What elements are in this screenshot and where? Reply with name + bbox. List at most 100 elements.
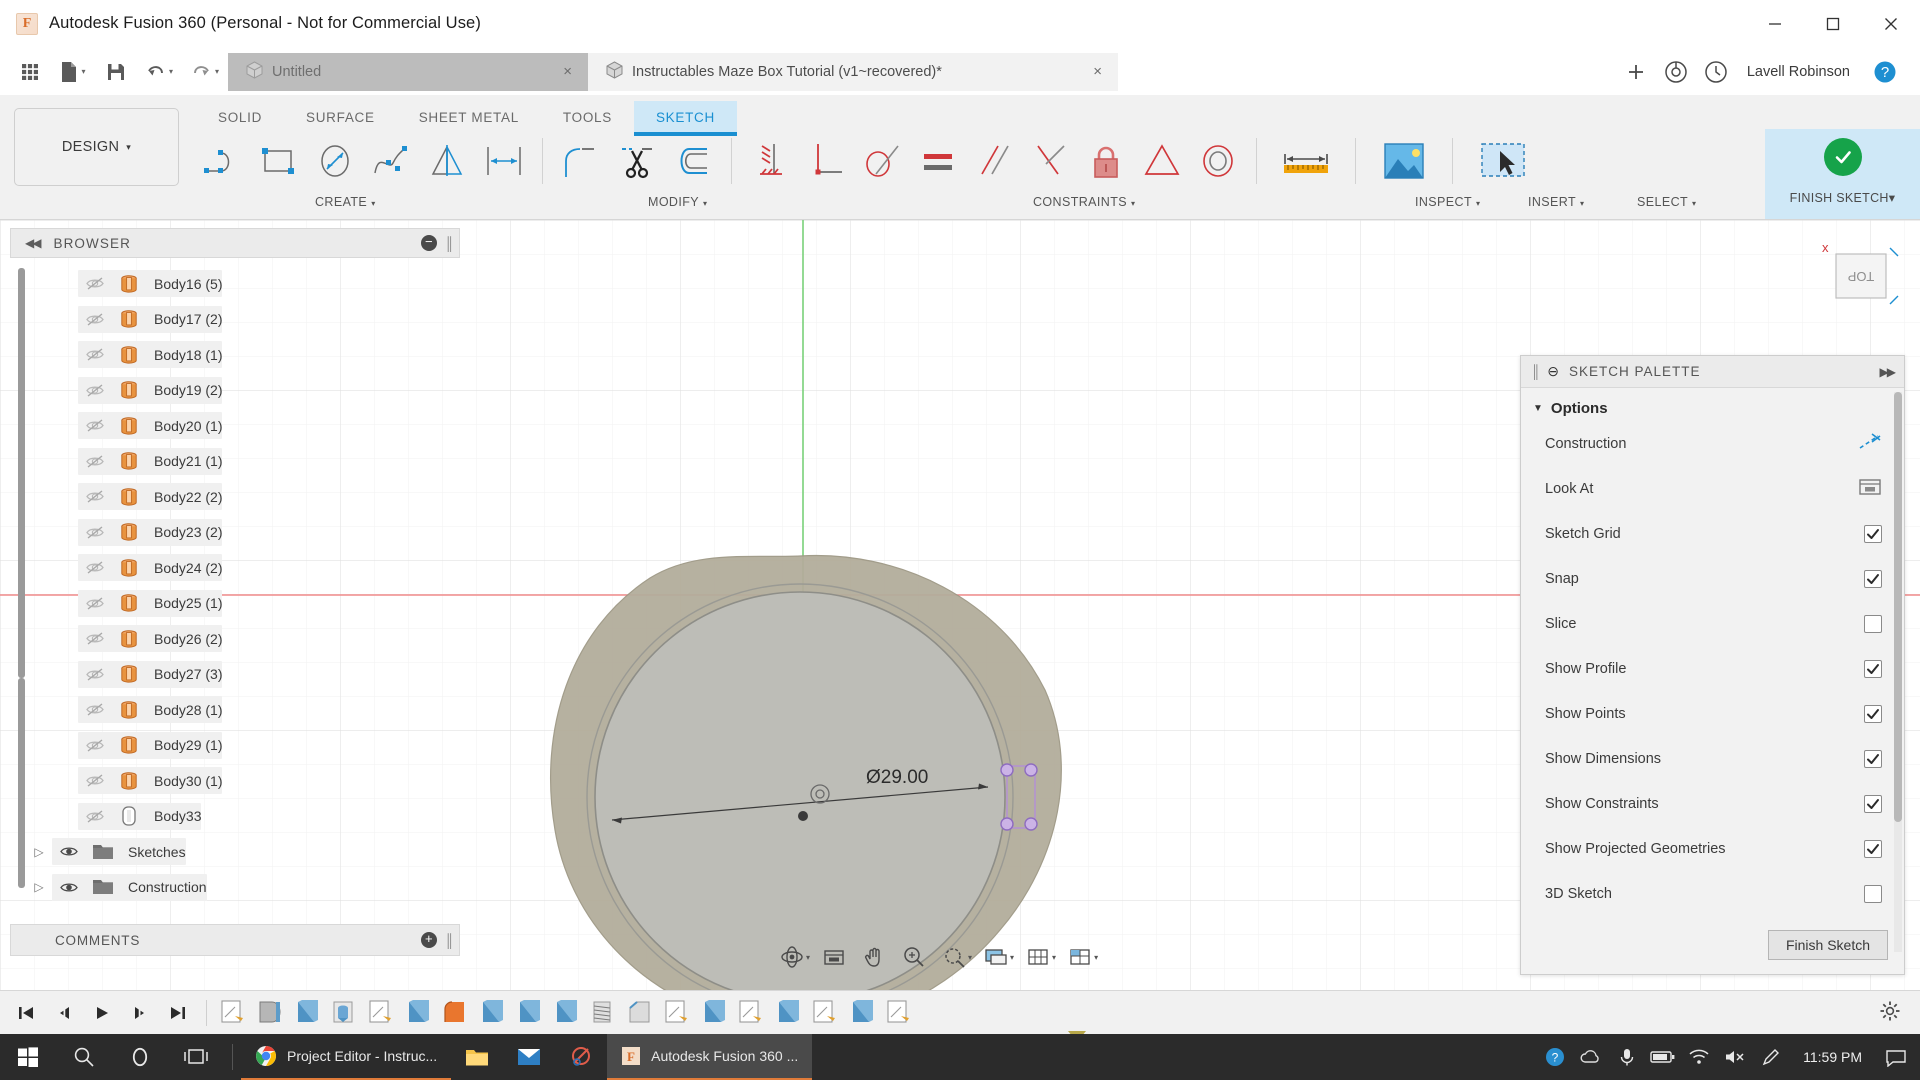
go-to-end-icon[interactable] xyxy=(162,996,194,1030)
close-icon[interactable] xyxy=(1862,0,1920,48)
timeline-feature-extrude-feature[interactable] xyxy=(774,999,804,1027)
look-at-icon[interactable] xyxy=(1858,477,1882,500)
chevron-down-icon[interactable]: ▾ xyxy=(806,953,810,962)
visible-eye-icon[interactable] xyxy=(52,880,86,895)
timeline-feature-hole-feature[interactable] xyxy=(330,999,360,1027)
timeline-settings-icon[interactable] xyxy=(1878,999,1920,1026)
construction-line-icon[interactable] xyxy=(1858,432,1882,455)
spline-icon[interactable] xyxy=(364,133,420,189)
panel-grip-icon[interactable]: ║ xyxy=(445,933,454,948)
chevron-down-icon[interactable]: ▾ xyxy=(968,953,972,962)
timeline-feature-extrude-feature[interactable] xyxy=(700,999,730,1027)
browser-tree-item[interactable]: Body19 (2) xyxy=(10,373,460,409)
palette-option-row[interactable]: Look At xyxy=(1521,466,1904,511)
palette-scrollbar-track[interactable] xyxy=(1894,392,1902,952)
checkbox-checked-icon[interactable] xyxy=(1864,794,1882,813)
tree-expand-arrow[interactable]: ▷ xyxy=(26,845,52,859)
palette-option-row[interactable]: 3D Sketch xyxy=(1521,871,1904,916)
comments-panel[interactable]: COMMENTS + ║ xyxy=(10,924,460,956)
taskbar-app-snip[interactable] xyxy=(555,1034,607,1080)
palette-option-row[interactable]: Construction xyxy=(1521,421,1904,466)
midpoint-constraint-icon[interactable] xyxy=(1022,133,1078,189)
workspace-switcher-design[interactable]: DESIGN ▾ xyxy=(14,108,179,186)
timeline-feature-revolve-feature[interactable] xyxy=(256,999,286,1027)
offset-icon[interactable] xyxy=(665,133,721,189)
timeline-feature-thread-feature[interactable] xyxy=(589,999,619,1027)
browser-tree-item[interactable]: Body29 (1) xyxy=(10,728,460,764)
palette-option-row[interactable]: Show Profile xyxy=(1521,646,1904,691)
chevron-down-icon[interactable]: ▾ xyxy=(1010,953,1014,962)
view-cube[interactable]: TOP x xyxy=(1812,240,1899,305)
palette-section-options[interactable]: ▼ Options xyxy=(1521,388,1904,421)
battery-icon[interactable] xyxy=(1645,1034,1681,1080)
hidden-eye-icon[interactable] xyxy=(78,312,112,327)
browser-scrollbar-upper[interactable] xyxy=(18,268,25,678)
volume-mute-icon[interactable] xyxy=(1717,1034,1753,1080)
browser-tree-item[interactable]: Body28 (1) xyxy=(10,692,460,728)
tab-sketch[interactable]: SKETCH xyxy=(633,101,737,136)
timeline-feature-extrude-feature[interactable] xyxy=(848,999,878,1027)
palette-minimize-icon[interactable]: ⊖ xyxy=(1547,363,1559,380)
step-forward-icon[interactable] xyxy=(124,996,156,1030)
checkbox-unchecked-icon[interactable] xyxy=(1864,884,1882,903)
concentric-constraint-icon[interactable] xyxy=(1190,133,1246,189)
finish-sketch-panel[interactable]: FINISH SKETCH▾ xyxy=(1765,129,1920,219)
hidden-eye-icon[interactable] xyxy=(78,738,112,753)
taskbar-app-mail[interactable] xyxy=(503,1034,555,1080)
browser-tree-item[interactable]: Body16 (5) xyxy=(10,266,460,302)
look-at-icon[interactable] xyxy=(814,938,854,976)
chevron-down-icon[interactable]: ▾ xyxy=(1094,953,1098,962)
browser-tree-item[interactable]: Body26 (2) xyxy=(10,621,460,657)
tab-solid[interactable]: SOLID xyxy=(196,101,284,135)
checkbox-checked-icon[interactable] xyxy=(1864,659,1882,678)
group-label-modify[interactable]: MODIFY ▾ xyxy=(648,195,707,209)
browser-scrollbar-lower[interactable] xyxy=(18,678,25,888)
insert-image-icon[interactable] xyxy=(1366,133,1442,189)
timeline-feature-extrude-feature[interactable] xyxy=(478,999,508,1027)
finish-sketch-check-icon[interactable] xyxy=(1823,138,1862,176)
timeline-feature-fillet-feature[interactable] xyxy=(441,999,471,1027)
hidden-eye-icon[interactable] xyxy=(78,418,112,433)
extensions-icon[interactable] xyxy=(1657,53,1695,91)
wifi-icon[interactable] xyxy=(1681,1034,1717,1080)
document-tab-maze-box[interactable]: Instructables Maze Box Tutorial (v1~reco… xyxy=(588,52,1118,91)
group-label-insert[interactable]: INSERT ▾ xyxy=(1528,195,1584,209)
maximize-icon[interactable] xyxy=(1804,0,1862,48)
diameter-dimension-label[interactable]: Ø29.00 xyxy=(866,767,928,789)
hidden-eye-icon[interactable] xyxy=(78,383,112,398)
rectangular-pattern-icon[interactable] xyxy=(476,133,532,189)
palette-option-row[interactable]: Snap xyxy=(1521,556,1904,601)
coincident-constraint-icon[interactable] xyxy=(742,133,798,189)
task-view-icon[interactable] xyxy=(168,1034,224,1080)
timeline-feature-extrude-feature[interactable] xyxy=(404,999,434,1027)
browser-tree-item[interactable]: Body23 (2) xyxy=(10,515,460,551)
taskbar-app-chrome[interactable]: Project Editor - Instruc... xyxy=(241,1034,452,1080)
hidden-eye-icon[interactable] xyxy=(78,631,112,646)
tangent-constraint-icon[interactable] xyxy=(854,133,910,189)
checkbox-checked-icon[interactable] xyxy=(1864,704,1882,723)
hidden-eye-icon[interactable] xyxy=(78,809,112,824)
checkbox-checked-icon[interactable] xyxy=(1864,749,1882,768)
checkbox-checked-icon[interactable] xyxy=(1864,839,1882,858)
group-label-select[interactable]: SELECT ▾ xyxy=(1637,195,1696,209)
panel-grip-icon[interactable]: ║ xyxy=(445,236,454,251)
browser-tree-item[interactable]: ▷ Construction xyxy=(10,870,460,906)
palette-option-row[interactable]: Show Dimensions xyxy=(1521,736,1904,781)
browser-tree-item[interactable]: Body25 (1) xyxy=(10,586,460,622)
palette-option-row[interactable]: Show Points xyxy=(1521,691,1904,736)
help-icon[interactable]: ? xyxy=(1866,53,1904,91)
group-label-create[interactable]: CREATE ▾ xyxy=(315,195,376,209)
timeline-feature-extrude-feature[interactable] xyxy=(293,999,323,1027)
browser-tree-item[interactable]: Body21 (1) xyxy=(10,444,460,480)
cloud-icon[interactable] xyxy=(1573,1034,1609,1080)
taskbar-app-explorer[interactable] xyxy=(451,1034,503,1080)
visible-eye-icon[interactable] xyxy=(52,844,86,859)
select-cursor-icon[interactable] xyxy=(1463,133,1543,189)
timeline-feature-sketch-feature[interactable] xyxy=(367,999,397,1027)
browser-tree-item[interactable]: Body17 (2) xyxy=(10,302,460,338)
pan-hand-icon[interactable] xyxy=(854,938,894,976)
close-tab-icon[interactable]: × xyxy=(1067,63,1102,80)
line-icon[interactable] xyxy=(196,133,252,189)
trim-scissors-icon[interactable] xyxy=(609,133,665,189)
hidden-eye-icon[interactable] xyxy=(78,596,112,611)
